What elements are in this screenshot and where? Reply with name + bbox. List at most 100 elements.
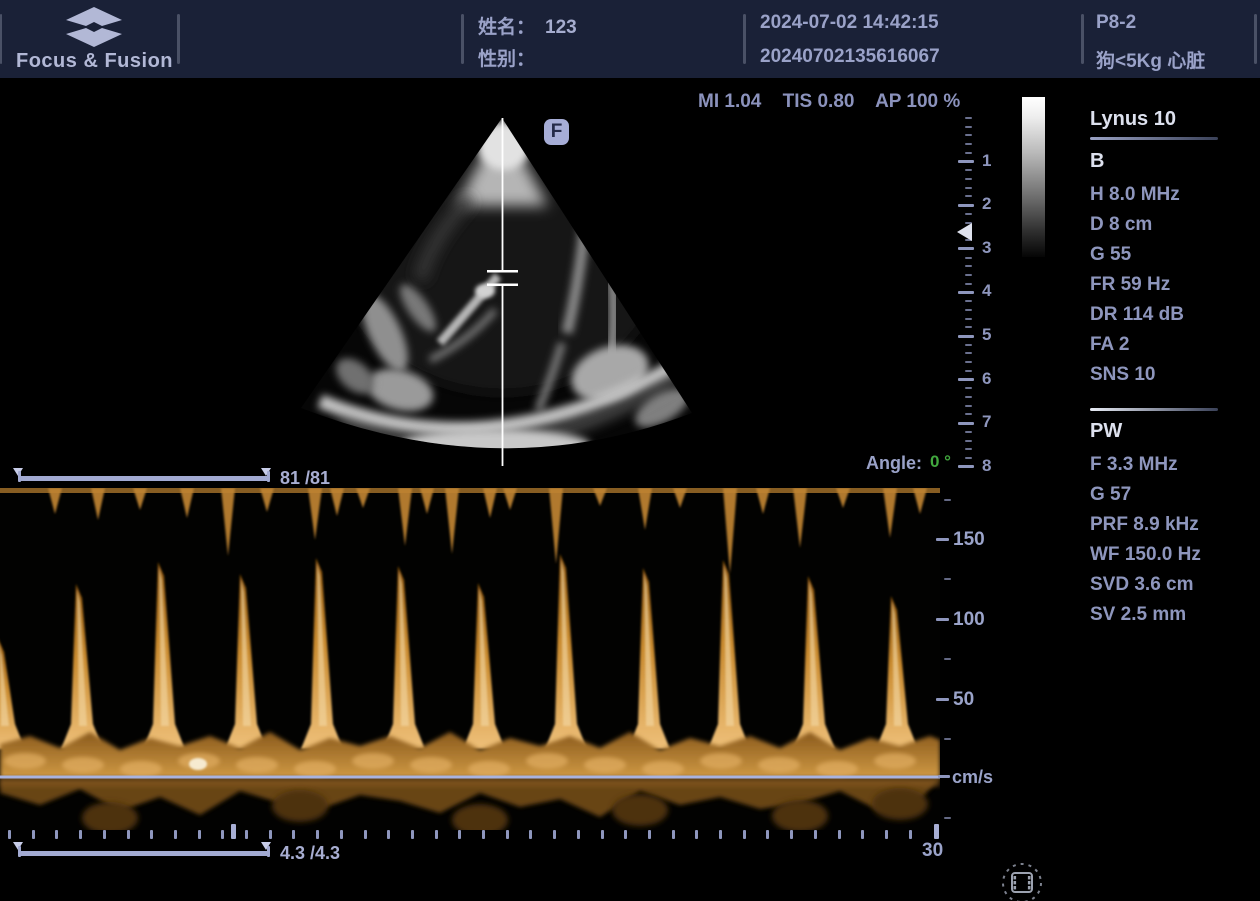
time-minor-tick <box>127 830 130 839</box>
b-mode-title: B <box>1090 150 1104 173</box>
probe-model: P8-2 <box>1096 12 1136 34</box>
depth-minor-tick <box>965 152 972 154</box>
depth-minor-tick <box>965 187 972 189</box>
b-param-frame-rate: FR 59 Hz <box>1090 274 1170 296</box>
depth-major-tick <box>958 204 974 207</box>
depth-major-tick <box>958 465 974 468</box>
velocity-label-150: 150 <box>953 529 985 551</box>
time-minor-tick <box>292 830 295 839</box>
b-param-fa: FA 2 <box>1090 334 1129 356</box>
cine-clip-icon[interactable] <box>1000 861 1044 901</box>
divider <box>743 14 746 64</box>
cine-progress-bar[interactable] <box>18 476 270 481</box>
system-name: Lynus 10 <box>1090 108 1176 131</box>
pw-param-sv: SV 2.5 mm <box>1090 604 1186 626</box>
sweep-progress-bar[interactable] <box>18 851 270 856</box>
patient-gender-row: 性别： <box>478 44 545 71</box>
time-minor-tick <box>174 830 177 839</box>
time-minor-tick <box>766 830 769 839</box>
depth-label: 1 <box>982 151 991 171</box>
freeze-indicator-badge: F <box>544 119 569 145</box>
b-param-sns: SNS 10 <box>1090 364 1155 386</box>
depth-minor-tick <box>965 413 972 415</box>
depth-minor-tick <box>965 195 972 197</box>
velocity-label-50: 50 <box>953 689 974 711</box>
tis-value: TIS 0.80 <box>783 91 855 112</box>
velocity-minor-tick <box>944 578 951 580</box>
divider <box>1081 14 1084 64</box>
depth-minor-tick <box>965 361 972 363</box>
pw-mode-title: PW <box>1090 420 1122 443</box>
time-minor-tick <box>648 830 651 839</box>
time-minor-tick <box>672 830 675 839</box>
cine-bar-cap <box>267 471 270 482</box>
divider <box>0 14 2 64</box>
pw-spectrum-image <box>0 488 940 830</box>
brand-logo: Focus & Fusion <box>14 4 174 76</box>
depth-minor-tick <box>965 274 972 276</box>
exam-preset: 狗<5Kg 心脏 <box>1096 46 1205 73</box>
depth-minor-tick <box>965 309 972 311</box>
time-minor-tick <box>601 830 604 839</box>
pw-param-prf: PRF 8.9 kHz <box>1090 514 1199 536</box>
angle-value: 0 ° <box>930 452 951 472</box>
time-minor-tick <box>458 830 461 839</box>
sweep-counter: 4.3 /4.3 <box>280 843 340 864</box>
depth-minor-tick <box>965 457 972 459</box>
depth-minor-tick <box>965 352 972 354</box>
acoustic-output: MI 1.04 TIS 0.80 AP 100 % <box>698 91 976 113</box>
depth-minor-tick <box>965 134 972 136</box>
time-minor-tick <box>885 830 888 839</box>
patient-name-value: 123 <box>545 17 577 38</box>
time-minor-tick <box>482 830 485 839</box>
time-minor-tick <box>103 830 106 839</box>
depth-minor-tick <box>965 117 972 119</box>
time-minor-tick <box>245 830 248 839</box>
depth-minor-tick <box>965 370 972 372</box>
angle-label: Angle: <box>866 453 922 474</box>
time-end-label: 30 <box>922 840 943 862</box>
time-minor-tick <box>861 830 864 839</box>
depth-minor-tick <box>965 169 972 171</box>
velocity-unit-label: cm/s <box>952 767 993 788</box>
pw-param-gain: G 57 <box>1090 484 1131 506</box>
time-minor-tick <box>435 830 438 839</box>
divider <box>461 14 464 64</box>
frame-counter: 81 /81 <box>280 468 330 489</box>
time-minor-tick <box>221 830 224 839</box>
grayscale-map-bar <box>1022 97 1045 257</box>
time-minor-tick <box>814 830 817 839</box>
velocity-major-tick <box>936 698 949 701</box>
time-minor-tick <box>79 830 82 839</box>
time-minor-tick <box>387 830 390 839</box>
focus-position-marker[interactable] <box>957 223 972 241</box>
time-minor-tick <box>624 830 627 839</box>
divider <box>177 14 180 64</box>
depth-major-tick <box>958 160 974 163</box>
time-minor-tick <box>32 830 35 839</box>
depth-label: 4 <box>982 281 991 301</box>
pw-param-frequency: F 3.3 MHz <box>1090 454 1178 476</box>
focus-fusion-logo-icon <box>62 6 126 48</box>
sidebar-divider <box>1090 408 1218 411</box>
time-major-tick <box>231 824 236 839</box>
depth-label: 8 <box>982 456 991 476</box>
depth-minor-tick <box>965 431 972 433</box>
doppler-baseline[interactable] <box>0 776 940 779</box>
sidebar-divider <box>1090 137 1218 140</box>
depth-minor-tick <box>965 178 972 180</box>
ultrasound-screen: Focus & Fusion 姓名：123 性别： 2024-07-02 14:… <box>0 0 1260 901</box>
time-minor-tick <box>743 830 746 839</box>
time-minor-tick <box>719 830 722 839</box>
pw-param-svd: SVD 3.6 cm <box>1090 574 1194 596</box>
pw-param-wall-filter: WF 150.0 Hz <box>1090 544 1201 566</box>
time-minor-tick <box>8 830 11 839</box>
velocity-major-tick <box>936 538 949 541</box>
velocity-minor-tick <box>944 817 951 819</box>
time-minor-tick <box>909 830 912 839</box>
brand-name: Focus & Fusion <box>16 50 173 73</box>
velocity-label-100: 100 <box>953 609 985 631</box>
depth-minor-tick <box>965 143 972 145</box>
b-param-frequency: H 8.0 MHz <box>1090 184 1180 206</box>
depth-major-tick <box>958 378 974 381</box>
